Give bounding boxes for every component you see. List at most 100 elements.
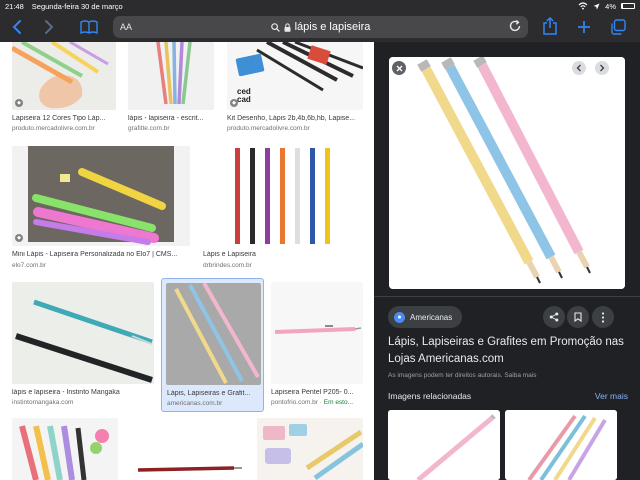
result-title[interactable]: lápis - lapiseira - escrit... <box>128 115 214 122</box>
hand-pencils-image <box>12 42 116 110</box>
globe-icon: ● <box>394 311 405 323</box>
result-source: produto.mercadolivre.com.br <box>227 125 310 132</box>
pastel-pencils-large-image <box>389 57 625 289</box>
result-thumbnail[interactable] <box>12 418 118 480</box>
see-more-link[interactable]: Ver mais <box>595 391 628 401</box>
image-badge-icon: ◆ <box>230 99 238 107</box>
result-card[interactable] <box>12 418 118 480</box>
pastel-pencils-image <box>166 283 261 385</box>
address-text: lápis e lapiseira <box>294 21 371 33</box>
result-card[interactable]: lápis e lapiseira - Instinto Mangaka ins… <box>12 282 154 408</box>
result-thumbnail[interactable]: ced cad ◆ <box>227 42 363 110</box>
result-card[interactable]: Lapiseira Pentel P205- 0... pontofrio.co… <box>271 282 363 408</box>
battery-percent: 4% <box>605 1 616 11</box>
result-thumbnail[interactable] <box>257 418 363 480</box>
result-title[interactable]: Lápis e Lapiseira <box>203 251 363 258</box>
screen: 21:48 Segunda-feira 30 de março 4% AA lá… <box>0 0 640 480</box>
result-thumbnail[interactable] <box>12 282 154 384</box>
result-title[interactable]: lápis e lapiseira - Instinto Mangaka <box>12 389 154 396</box>
more-options-button[interactable] <box>592 306 614 328</box>
result-thumbnail[interactable] <box>203 146 363 246</box>
address-bar[interactable]: AA lápis e lapiseira <box>113 16 528 38</box>
copyright-notice[interactable]: As imagens podem ter direitos autorais. … <box>388 372 537 379</box>
location-icon <box>593 3 600 9</box>
chevron-left-icon <box>12 20 21 34</box>
result-title[interactable]: Lapiseira 12 Cores Tipo Láp... <box>12 115 116 122</box>
result-title[interactable]: Lápis, Lapiseiras e Grafit... <box>167 390 260 397</box>
result-thumbnail[interactable] <box>130 418 244 480</box>
result-card[interactable]: ◆ Lapiseira 12 Cores Tipo Láp... produto… <box>12 42 116 136</box>
result-thumbnail[interactable]: ◆ <box>12 146 190 246</box>
forward-button[interactable] <box>38 16 60 38</box>
result-source-line: pontofrio.com.br · Em esto... <box>271 399 363 406</box>
wifi-icon <box>578 2 588 10</box>
result-thumbnail[interactable] <box>166 283 261 385</box>
result-thumbnail[interactable] <box>128 42 214 110</box>
result-thumbnail[interactable] <box>271 282 363 384</box>
result-source: produto.mercadolivre.com.br <box>12 125 95 132</box>
close-button[interactable] <box>392 61 406 75</box>
reload-button[interactable] <box>508 19 522 36</box>
plus-icon <box>578 21 590 33</box>
result-card[interactable]: ◆ Mini Lápis - Lapiseira Personalizada n… <box>12 146 190 274</box>
status-date: Segunda-feira 30 de março <box>31 1 123 11</box>
result-source: elo7.com.br <box>12 262 46 269</box>
book-icon <box>80 20 98 34</box>
search-icon <box>270 22 280 32</box>
image-detail-panel: ● Americanas Lápis, Lapiseiras e Grafite… <box>374 42 640 480</box>
result-title[interactable]: Kit Desenho, Lápis 2b,4b,6b,hb, Lapise..… <box>227 115 363 122</box>
related-image[interactable] <box>505 410 617 480</box>
preview-image[interactable] <box>389 57 625 289</box>
bookmarks-button[interactable] <box>78 16 100 38</box>
red-pencil-image <box>130 418 244 480</box>
source-chip[interactable]: ● Americanas <box>388 306 463 328</box>
stock-status: Em esto... <box>323 399 354 406</box>
result-source: pontofrio.com.br <box>271 399 318 406</box>
tabs-icon <box>611 19 626 35</box>
pentel-pencil-image <box>271 282 363 384</box>
back-button[interactable] <box>6 16 28 38</box>
related-image[interactable] <box>388 410 500 480</box>
multicolor-pencils-image <box>505 410 617 480</box>
assorted-supplies-image <box>257 418 363 480</box>
chevron-right-icon <box>45 20 54 34</box>
mini-pencils-image <box>12 146 190 246</box>
result-card[interactable]: ced cad ◆ Kit Desenho, Lápis 2b,4b,6b,hb… <box>227 42 363 136</box>
battery-icon <box>621 3 635 9</box>
result-card-selected[interactable]: Lápis, Lapiseiras e Grafit... americanas… <box>161 278 264 412</box>
result-card[interactable]: Lápis e Lapiseira drbrindes.com.br <box>203 146 363 274</box>
address-text-wrap: lápis e lapiseira <box>113 21 528 33</box>
previous-image-button[interactable] <box>572 61 586 75</box>
chevron-left-icon <box>576 64 581 72</box>
result-source: drbrindes.com.br <box>203 262 252 269</box>
lock-icon <box>284 22 291 32</box>
share-button[interactable] <box>539 15 561 37</box>
share-icon <box>543 17 557 35</box>
new-tab-button[interactable] <box>573 16 595 38</box>
lead-tubes-image <box>12 418 118 480</box>
next-image-button[interactable] <box>595 61 609 75</box>
browser-toolbar: AA lápis e lapiseira <box>0 12 640 42</box>
result-source: americanas.com.br <box>167 400 223 407</box>
source-name: Americanas <box>410 312 453 322</box>
image-badge-icon: ◆ <box>15 234 23 242</box>
result-source: instintomangaka.com <box>12 399 74 406</box>
result-source: grafitte.com.br <box>128 125 170 132</box>
result-card[interactable] <box>130 418 244 480</box>
status-time: 21:48 <box>5 1 24 11</box>
share-button[interactable] <box>543 306 565 328</box>
chevron-right-icon <box>600 64 605 72</box>
pink-pencil-image <box>388 410 500 480</box>
tabs-button[interactable] <box>607 16 629 38</box>
result-title[interactable]: Lapiseira Pentel P205- 0... <box>271 389 363 396</box>
result-card[interactable] <box>257 418 363 480</box>
result-thumbnail[interactable]: ◆ <box>12 42 116 110</box>
bookmark-icon <box>574 312 582 322</box>
brand-logo: ced cad <box>237 87 251 104</box>
reload-icon <box>509 20 521 32</box>
result-title[interactable]: Mini Lápis - Lapiseira Personalizada no … <box>12 251 190 258</box>
result-page-title[interactable]: Lápis, Lapiseiras e Grafites em Promoção… <box>388 334 628 368</box>
divider <box>374 296 640 297</box>
save-button[interactable] <box>567 306 589 328</box>
result-card[interactable]: lápis - lapiseira - escrit... grafitte.c… <box>128 42 214 136</box>
